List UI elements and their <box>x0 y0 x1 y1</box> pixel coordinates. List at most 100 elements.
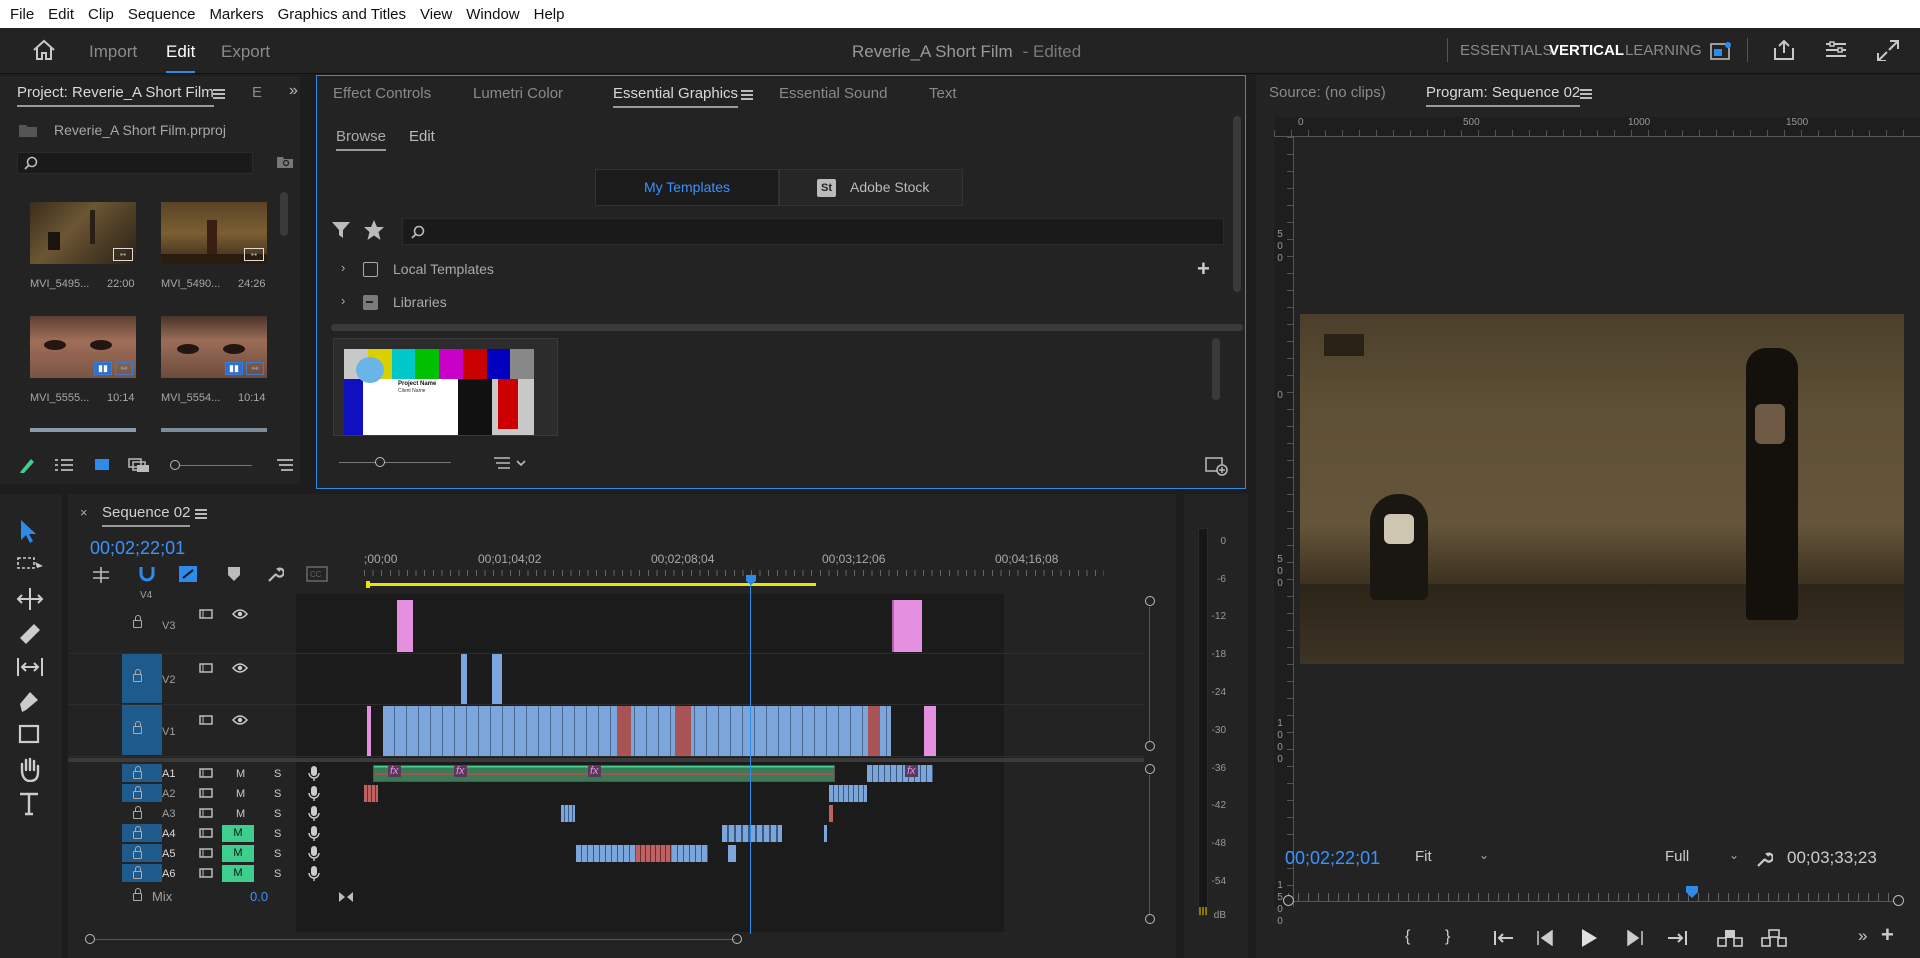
scrollbar[interactable] <box>1233 116 1241 292</box>
razor-tool-icon[interactable] <box>16 620 46 646</box>
vertical-scrollbar[interactable] <box>1149 775 1150 915</box>
tab-lumetri-color[interactable]: Lumetri Color <box>473 85 563 102</box>
microphone-icon[interactable] <box>308 845 320 862</box>
menu-help[interactable]: Help <box>530 6 571 23</box>
mark-out-icon[interactable]: } <box>1445 928 1450 946</box>
source-patch-a5[interactable] <box>122 844 162 862</box>
tab-effect-controls[interactable]: Effect Controls <box>333 85 431 102</box>
step-back-icon[interactable] <box>1536 930 1554 946</box>
panel-menu-icon[interactable] <box>1580 89 1592 99</box>
lock-icon[interactable] <box>133 766 142 779</box>
program-timecode[interactable]: 00;02;22;01 <box>1285 848 1380 869</box>
rectangle-tool-icon[interactable] <box>16 722 46 748</box>
subtab-edit[interactable]: Edit <box>409 128 435 145</box>
audio-clip[interactable] <box>824 825 827 842</box>
graphic-clip[interactable] <box>892 600 922 652</box>
audio-clip[interactable] <box>867 765 933 782</box>
toggle-sync-lock-icon[interactable] <box>199 847 213 859</box>
tab-extra[interactable]: E <box>252 84 262 101</box>
close-icon[interactable]: × <box>80 505 88 520</box>
panel-menu-icon[interactable] <box>213 89 225 99</box>
nest-icon[interactable] <box>92 566 110 584</box>
menu-clip[interactable]: Clip <box>84 6 120 23</box>
microphone-icon[interactable] <box>308 785 320 802</box>
scroll-handle[interactable] <box>1145 741 1155 751</box>
scrollbar[interactable] <box>331 324 1243 331</box>
workspace-learning[interactable]: LEARNING <box>1625 42 1702 59</box>
hand-tool-icon[interactable] <box>16 756 46 782</box>
audio-clip[interactable] <box>728 845 736 862</box>
track-label-v1[interactable]: V1 <box>162 726 175 738</box>
mark-in-icon[interactable]: { <box>1405 928 1410 946</box>
solo-button[interactable]: S <box>274 848 281 860</box>
video-clip[interactable] <box>383 706 891 756</box>
graphic-clip[interactable] <box>397 600 413 652</box>
track-label-a2[interactable]: A2 <box>162 788 175 800</box>
selection-tool-icon[interactable] <box>16 518 46 544</box>
new-bin-icon[interactable] <box>276 155 294 169</box>
freeform-view-icon[interactable] <box>128 457 150 473</box>
audio-clip[interactable] <box>561 805 575 822</box>
solo-button[interactable]: S <box>274 768 281 780</box>
video-clip[interactable] <box>868 706 880 756</box>
subtab-browse[interactable]: Browse <box>336 128 387 151</box>
track-label-a3[interactable]: A3 <box>162 808 175 820</box>
scrollbar[interactable] <box>1212 338 1220 400</box>
menu-graphics-and-titles[interactable]: Graphics and Titles <box>274 6 412 23</box>
graphic-clip[interactable] <box>367 706 371 756</box>
step-forward-icon[interactable] <box>1626 930 1644 946</box>
more-controls-icon[interactable]: » <box>1858 926 1867 946</box>
lock-icon[interactable] <box>133 669 142 682</box>
time-ruler[interactable]: ;00;00 00;01;04;02 00;02;08;04 00;03;12;… <box>364 552 1104 582</box>
audio-clip[interactable] <box>829 785 867 802</box>
template-card[interactable]: Project Name Client Name <box>333 338 558 436</box>
track-label-v3[interactable]: V3 <box>162 620 175 632</box>
clip-thumbnail[interactable]: ▮▮ ⇿ <box>30 316 136 378</box>
zoom-handle-right[interactable] <box>732 934 742 944</box>
zoom-handle-left[interactable] <box>85 934 95 944</box>
pen-tool-icon[interactable] <box>16 688 46 714</box>
toggle-sync-lock-icon[interactable] <box>199 827 213 839</box>
program-playhead[interactable] <box>1685 885 1699 899</box>
tree-item-local-templates[interactable]: Local Templates <box>393 261 494 277</box>
pencil-icon[interactable] <box>18 456 36 474</box>
source-patch-a4[interactable] <box>122 824 162 842</box>
scrub-end-handle[interactable] <box>1893 895 1904 906</box>
video-clip[interactable] <box>675 706 691 756</box>
scroll-handle[interactable] <box>1145 764 1155 774</box>
mix-value[interactable]: 0.0 <box>250 889 268 904</box>
source-patch-a1[interactable] <box>122 764 162 782</box>
track-select-tool-icon[interactable] <box>16 552 46 578</box>
lock-icon[interactable] <box>133 846 142 859</box>
lock-icon[interactable] <box>133 806 142 819</box>
video-clip[interactable] <box>461 654 467 704</box>
audio-clip[interactable] <box>364 785 378 802</box>
tab-essential-sound[interactable]: Essential Sound <box>779 85 887 102</box>
microphone-icon[interactable] <box>308 765 320 782</box>
tab-project[interactable]: Project: Reverie_A Short Film <box>17 84 214 107</box>
menu-view[interactable]: View <box>416 6 458 23</box>
eye-icon[interactable] <box>232 662 248 674</box>
button-editor-add-icon[interactable]: + <box>1881 922 1894 948</box>
video-audio-divider[interactable] <box>68 758 1144 762</box>
source-patch-v1[interactable] <box>122 705 162 755</box>
workspace-vertical[interactable]: VERTICAL <box>1549 42 1624 59</box>
source-patch-a6[interactable] <box>122 864 162 882</box>
slip-tool-icon[interactable] <box>16 654 46 680</box>
tab-program[interactable]: Program: Sequence 02 <box>1426 84 1581 107</box>
audio-clip[interactable] <box>373 765 835 782</box>
fullscreen-icon[interactable] <box>1876 39 1900 61</box>
sort-options-icon[interactable] <box>493 455 529 471</box>
captions-icon[interactable]: CC <box>306 566 328 582</box>
track-label-v2[interactable]: V2 <box>162 674 175 686</box>
eye-icon[interactable] <box>232 714 248 726</box>
lock-icon[interactable] <box>133 786 142 799</box>
track-label-a4[interactable]: A4 <box>162 828 175 840</box>
menu-file[interactable]: File <box>6 6 40 23</box>
clip-thumbnail[interactable] <box>161 428 267 432</box>
chevron-right-icon[interactable]: › <box>341 260 345 275</box>
my-templates-button[interactable]: My Templates <box>595 169 779 206</box>
timeline-playhead[interactable] <box>745 574 757 934</box>
timeline-timecode[interactable]: 00;02;22;01 <box>90 538 185 559</box>
quality-dropdown[interactable]: Full ⌄ <box>1665 848 1747 870</box>
